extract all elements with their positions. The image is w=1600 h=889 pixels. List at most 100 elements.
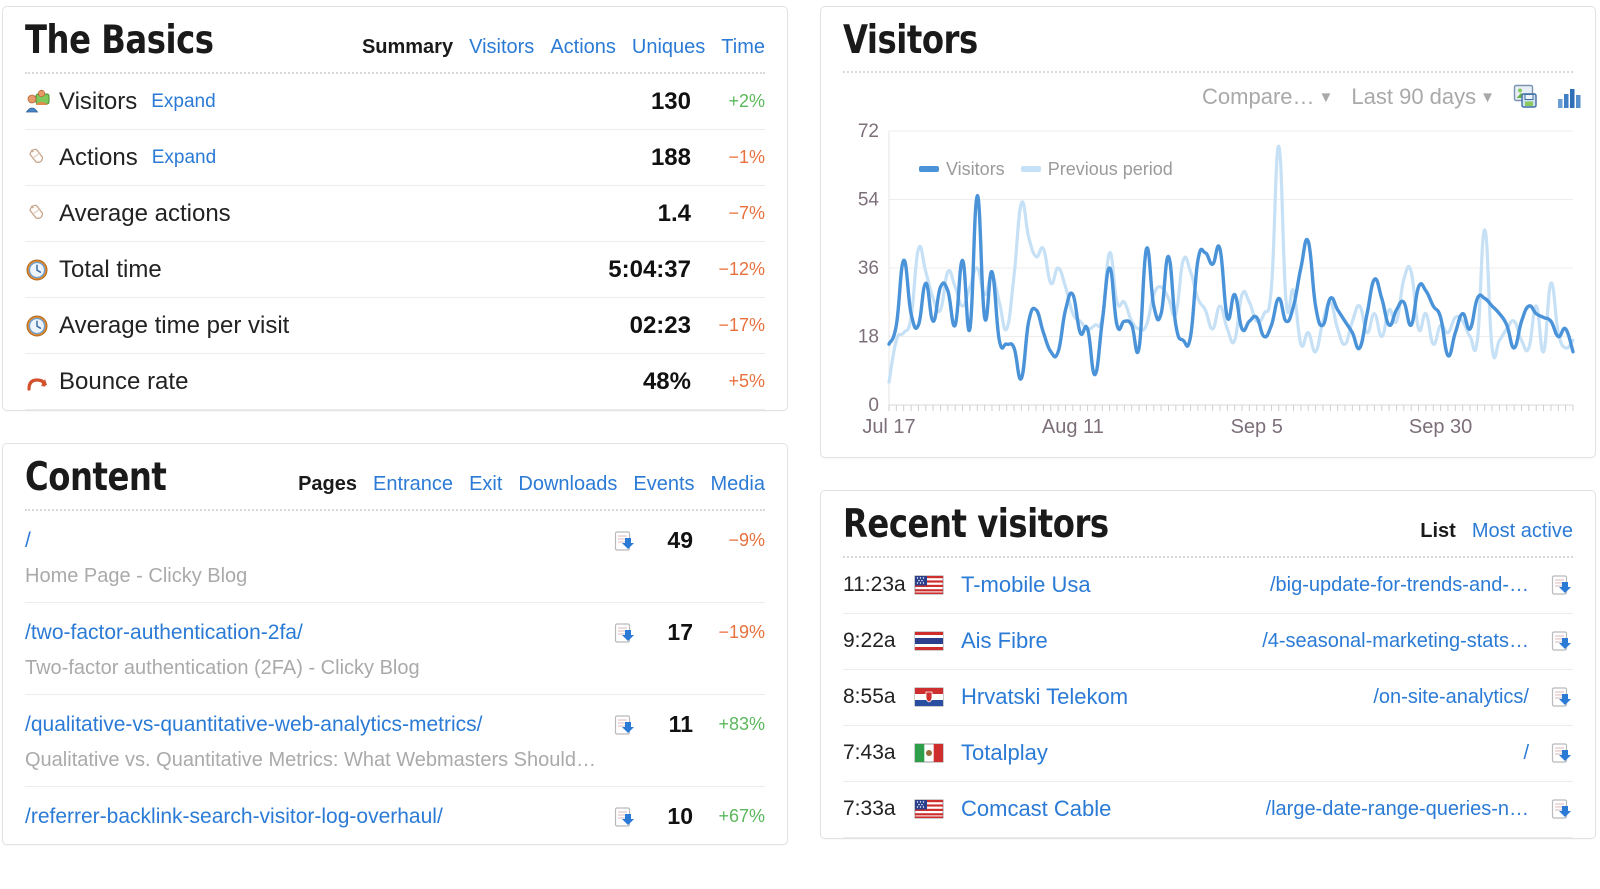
visitor-path-link[interactable]: /large-date-range-queries-n… <box>1266 798 1529 821</box>
tab-uniques[interactable]: Uniques <box>632 36 705 59</box>
metric-delta: −12% <box>718 259 765 279</box>
chevron-down-icon: ▼ <box>1318 88 1334 106</box>
visitor-org-link[interactable]: T-mobile Usa <box>961 572 1091 598</box>
metric-row-average-actions[interactable]: Average actions 1.4 −7% <box>25 186 765 242</box>
metric-row-bounce-rate[interactable]: Bounce rate 48% +5% <box>25 354 765 410</box>
basics-panel: The Basics Summary Visitors Actions Uniq… <box>2 6 788 411</box>
legend-item-previous: Previous period <box>1020 159 1173 180</box>
visitor-org-link[interactable]: Totalplay <box>961 740 1048 766</box>
tab-downloads[interactable]: Downloads <box>518 473 617 496</box>
visitor-path-link[interactable]: /on-site-analytics/ <box>1373 686 1529 709</box>
tab-list[interactable]: List <box>1420 520 1456 543</box>
page-url-link[interactable]: /two-factor-authentication-2fa/ <box>25 621 303 645</box>
tab-summary[interactable]: Summary <box>362 36 453 59</box>
metric-delta: +5% <box>728 371 765 391</box>
tab-visitors[interactable]: Visitors <box>469 36 534 59</box>
list-item[interactable]: /two-factor-authentication-2fa/ 17 −19% <box>25 603 765 695</box>
metric-label: Average time per visit <box>59 311 290 339</box>
page-icon[interactable] <box>609 806 641 828</box>
tab-exit[interactable]: Exit <box>469 473 502 496</box>
list-item[interactable]: /qualitative-vs-quantitative-web-analyti… <box>25 695 765 787</box>
bar-chart-icon[interactable] <box>1557 85 1583 109</box>
metric-label: Bounce rate <box>59 367 189 395</box>
tab-time[interactable]: Time <box>721 36 765 59</box>
page-icon[interactable] <box>1529 742 1573 764</box>
page-delta: −19% <box>718 622 765 642</box>
table-row[interactable]: 7:43a Totalplay / <box>843 726 1573 782</box>
page-icon[interactable] <box>1529 798 1573 820</box>
tab-entrance[interactable]: Entrance <box>373 473 453 496</box>
content-header: Content Pages Entrance Exit Downloads Ev… <box>3 444 787 500</box>
visitors-chart: Visitors Previous period 0 18 36 54 72 Jul 17… <box>821 111 1595 457</box>
list-item[interactable]: /referrer-backlink-search-visitor-log-ov… <box>25 787 765 844</box>
metric-delta: +2% <box>728 91 765 111</box>
metric-delta: −7% <box>728 203 765 223</box>
tab-actions[interactable]: Actions <box>550 36 616 59</box>
table-row[interactable]: 11:23a T-mobile Usa /big-update-for-tren… <box>843 558 1573 614</box>
page-count: 11 <box>668 711 693 737</box>
table-row[interactable]: 9:22a Ais Fibre /4-seasonal-marketing-st… <box>843 614 1573 670</box>
visitor-path-link[interactable]: /4-seasonal-marketing-stats… <box>1262 630 1529 653</box>
content-title: Content <box>25 455 167 500</box>
page-icon[interactable] <box>1529 574 1573 596</box>
basics-header: The Basics Summary Visitors Actions Uniq… <box>3 7 787 63</box>
metric-value: 5:04:37 <box>608 255 691 283</box>
recent-visitors-panel: Recent visitors List Most active 11:23a <box>820 489 1596 839</box>
visit-time: 8:55a <box>843 685 896 709</box>
content-panel: Content Pages Entrance Exit Downloads Ev… <box>2 443 788 845</box>
visit-time: 11:23a <box>843 573 906 597</box>
list-item[interactable]: / 49 −9% Home Page - Clicky Blog <box>25 511 765 603</box>
page-url-link[interactable]: / <box>25 529 31 553</box>
compare-dropdown[interactable]: Compare… ▼ <box>1202 84 1333 110</box>
metric-value: 02:23 <box>629 311 691 339</box>
y-axis-tick: 54 <box>858 189 880 210</box>
y-axis-tick: 36 <box>858 258 879 279</box>
visit-time: 7:33a <box>843 797 896 821</box>
visitors-panel: Visitors Compare… ▼ Last 90 days ▼ Visit… <box>820 6 1596 458</box>
metric-row-visitors[interactable]: Visitors Expand 130 +2% <box>25 74 765 130</box>
recent-header: Recent visitors List Most active <box>821 491 1595 547</box>
metric-row-total-time[interactable]: Total time 5:04:37 −12% <box>25 242 765 298</box>
recent-visitors-list: 11:23a T-mobile Usa /big-update-for-tren… <box>821 558 1595 838</box>
page-icon[interactable] <box>1529 630 1573 652</box>
expand-visitors-link[interactable]: Expand <box>151 91 215 113</box>
series-line-previous-period <box>887 144 1575 384</box>
visitors-header: Visitors <box>821 7 1595 62</box>
tab-most-active[interactable]: Most active <box>1472 520 1573 543</box>
page-count: 10 <box>667 803 693 829</box>
metric-value: 1.4 <box>657 199 691 227</box>
x-axis-tick: Aug 11 <box>1042 416 1104 438</box>
tab-pages[interactable]: Pages <box>298 473 357 496</box>
visitor-org-link[interactable]: Hrvatski Telekom <box>961 684 1128 710</box>
metric-row-average-time[interactable]: Average time per visit 02:23 −17% <box>25 298 765 354</box>
legend-item-visitors: Visitors <box>919 159 1005 180</box>
right-column: Visitors Compare… ▼ Last 90 days ▼ Visit… <box>820 6 1596 889</box>
us-flag-icon <box>914 799 961 819</box>
page-icon[interactable] <box>1529 686 1573 708</box>
hr-flag-icon <box>914 687 961 707</box>
basics-rows: Visitors Expand 130 +2% Actions Expand 1… <box>3 74 787 410</box>
expand-actions-link[interactable]: Expand <box>152 147 216 169</box>
page-url-link[interactable]: /referrer-backlink-search-visitor-log-ov… <box>25 805 443 829</box>
visitor-org-link[interactable]: Comcast Cable <box>961 796 1111 822</box>
legend-swatch <box>1020 166 1041 173</box>
tab-media[interactable]: Media <box>711 473 765 496</box>
x-axis-tick: Sep 5 <box>1231 416 1283 438</box>
visitor-org-link[interactable]: Ais Fibre <box>961 628 1048 654</box>
save-image-icon[interactable] <box>1513 84 1539 110</box>
table-row[interactable]: 8:55a Hrvatski Telekom /on-site-analytic… <box>843 670 1573 726</box>
page-icon[interactable] <box>609 714 641 736</box>
page-title-text: Two-factor authentication (2FA) - Clicky… <box>25 657 420 679</box>
tab-events[interactable]: Events <box>633 473 694 496</box>
page-url-link[interactable]: /qualitative-vs-quantitative-web-analyti… <box>25 713 483 737</box>
metric-label: Visitors <box>59 87 138 115</box>
page-count: 17 <box>667 619 693 645</box>
page-icon[interactable] <box>609 622 641 644</box>
visitor-path-link[interactable]: /big-update-for-trends-and-… <box>1270 574 1529 597</box>
date-range-dropdown[interactable]: Last 90 days ▼ <box>1351 84 1495 110</box>
table-row[interactable]: 7:33a Comcast Cable /large-date-range-qu… <box>843 782 1573 838</box>
page-icon[interactable] <box>609 530 641 552</box>
metric-row-actions[interactable]: Actions Expand 188 −1% <box>25 130 765 186</box>
series-line-visitors <box>887 193 1575 381</box>
content-list: / 49 −9% Home Page - Clicky Blog /two-fa… <box>3 511 787 844</box>
